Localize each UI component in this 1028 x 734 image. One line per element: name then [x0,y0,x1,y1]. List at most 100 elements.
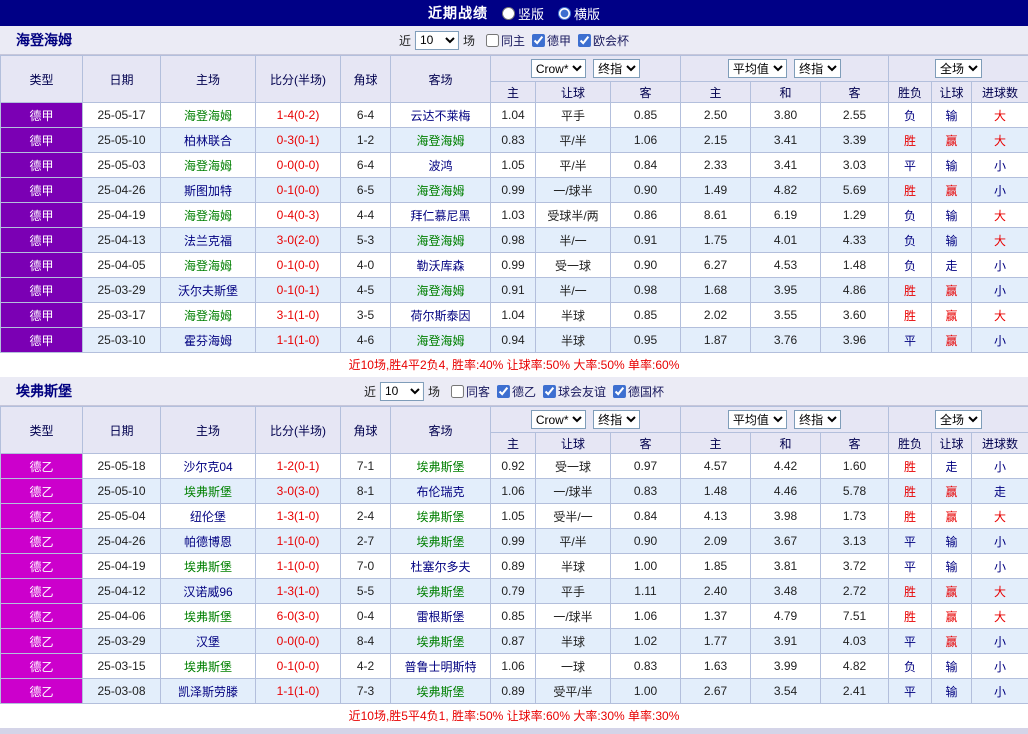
asia-home-odds: 0.98 [490,227,536,253]
win-lose-result: 平 [888,327,933,353]
away-team[interactable]: 海登海姆 [390,127,491,153]
asia-away-odds: 0.95 [610,327,681,353]
home-team[interactable]: 埃弗斯堡 [160,478,256,504]
col-away: 客场 [390,55,491,103]
away-team[interactable]: 波鸿 [390,152,491,178]
league-filter-checkbox[interactable] [450,384,464,398]
horizontal-layout-radio[interactable] [558,6,571,20]
filter-checkbox[interactable]: 德甲 [532,32,571,49]
home-team[interactable]: 帕德博恩 [160,528,256,554]
home-team[interactable]: 柏林联合 [160,127,256,153]
europe-odds-source-select[interactable]: 平均值 [727,59,787,78]
away-team[interactable]: 海登海姆 [390,327,491,353]
league-filter-checkbox[interactable] [485,33,499,47]
handicap-result: 输 [931,152,973,178]
handicap-line: 半球 [535,302,611,328]
avg-home-odds: 8.61 [680,202,751,228]
home-team[interactable]: 埃弗斯堡 [160,603,256,629]
layout-option-vertical[interactable]: 竖版 [501,4,544,23]
league-filter-checkbox[interactable] [578,33,592,47]
away-team[interactable]: 海登海姆 [390,177,491,203]
europe-odds-source-select[interactable]: 平均值 [727,410,787,429]
league-filter-checkbox[interactable] [543,384,557,398]
win-lose-result: 胜 [888,478,933,504]
table-header: 类型 日期 主场 比分(半场) 角球 客场 Crow* 终指 平均值 终指 全场… [0,406,1028,454]
home-team[interactable]: 海登海姆 [160,252,256,278]
match-row: 德乙 25-03-29 汉堡 0-0(0-0) 8-4 埃弗斯堡 0.87 半球… [0,628,1028,654]
away-team[interactable]: 埃弗斯堡 [390,678,491,704]
home-team[interactable]: 纽伦堡 [160,503,256,529]
goals-result: 小 [971,177,1028,203]
match-count-select[interactable]: 10 [414,30,459,50]
home-team[interactable]: 凯泽斯劳滕 [160,678,256,704]
away-team[interactable]: 雷根斯堡 [390,603,491,629]
league-filter-checkbox[interactable] [613,384,627,398]
home-team[interactable]: 海登海姆 [160,152,256,178]
games-label: 场 [462,33,475,48]
match-date: 25-05-04 [82,503,161,529]
odds-company-select[interactable]: Crow* [530,410,586,429]
filter-checkbox[interactable]: 同主 [485,32,525,49]
col-cover: 让球 [931,432,973,454]
filter-checkbox[interactable]: 同客 [450,383,490,400]
vertical-layout-radio[interactable] [501,6,515,20]
filter-checkbox[interactable]: 欧会杯 [578,32,629,49]
europe-odds-header: 平均值 终指 [679,55,890,82]
away-team[interactable]: 布伦瑞克 [390,478,491,504]
filter-checkbox[interactable]: 德国杯 [613,383,664,400]
home-team[interactable]: 法兰克福 [160,227,256,253]
home-team[interactable]: 沙尔克04 [160,453,256,479]
away-team[interactable]: 埃弗斯堡 [390,528,491,554]
avg-away-odds: 1.29 [819,202,890,228]
europe-odds-stage-select[interactable]: 终指 [794,59,842,78]
match-row: 德乙 25-04-06 埃弗斯堡 6-0(3-0) 0-4 雷根斯堡 0.85 … [0,603,1028,629]
avg-away-odds: 7.51 [819,603,890,629]
away-team[interactable]: 拜仁慕尼黑 [390,202,491,228]
home-team[interactable]: 霍芬海姆 [160,327,256,353]
home-team[interactable]: 海登海姆 [160,302,256,328]
match-score: 3-0(2-0) [255,227,341,253]
match-count-select[interactable]: 10 [379,381,424,401]
away-team[interactable]: 埃弗斯堡 [390,453,491,479]
home-team[interactable]: 海登海姆 [160,202,256,228]
away-team[interactable]: 埃弗斯堡 [390,628,491,654]
layout-option-horizontal[interactable]: 横版 [558,4,600,23]
filter-checkbox[interactable]: 球会友谊 [543,383,606,400]
away-team[interactable]: 埃弗斯堡 [390,503,491,529]
away-team[interactable]: 普鲁士明斯特 [390,653,491,679]
asia-odds-stage-select[interactable]: 终指 [593,59,641,78]
league-filter-checkbox[interactable] [497,384,510,398]
home-team[interactable]: 斯图加特 [160,177,256,203]
away-team[interactable]: 荷尔斯泰因 [390,302,491,328]
topbar: 近期战绩 竖版 横版 [0,0,1028,26]
result-scope-select[interactable]: 全场 [935,59,983,78]
home-team[interactable]: 沃尔夫斯堡 [160,277,256,303]
home-team[interactable]: 海登海姆 [160,102,256,128]
avg-draw-odds: 4.42 [750,453,821,479]
win-lose-result: 平 [888,152,933,178]
league-badge: 德乙 [0,453,83,479]
home-team[interactable]: 汉诺威96 [160,578,256,604]
home-team[interactable]: 埃弗斯堡 [160,553,256,579]
handicap-result: 赢 [931,578,973,604]
result-scope-select[interactable]: 全场 [935,410,983,429]
league-badge: 德乙 [0,503,83,529]
odds-company-select[interactable]: Crow* [530,59,586,78]
league-filter-checkbox[interactable] [532,33,546,47]
away-team[interactable]: 杜塞尔多夫 [390,553,491,579]
goals-result: 大 [971,227,1028,253]
corner-count: 6-4 [340,152,391,178]
europe-odds-stage-select[interactable]: 终指 [794,410,842,429]
away-team[interactable]: 勒沃库森 [390,252,491,278]
filter-checkbox[interactable]: 德乙 [497,383,536,400]
away-team[interactable]: 云达不莱梅 [390,102,491,128]
away-team[interactable]: 海登海姆 [390,277,491,303]
away-team[interactable]: 埃弗斯堡 [390,578,491,604]
asia-home-odds: 1.04 [490,302,536,328]
avg-home-odds: 1.77 [680,628,751,654]
asia-odds-stage-select[interactable]: 终指 [593,410,641,429]
home-team[interactable]: 埃弗斯堡 [160,653,256,679]
avg-away-odds: 3.03 [819,152,890,178]
away-team[interactable]: 海登海姆 [390,227,491,253]
home-team[interactable]: 汉堡 [160,628,256,654]
